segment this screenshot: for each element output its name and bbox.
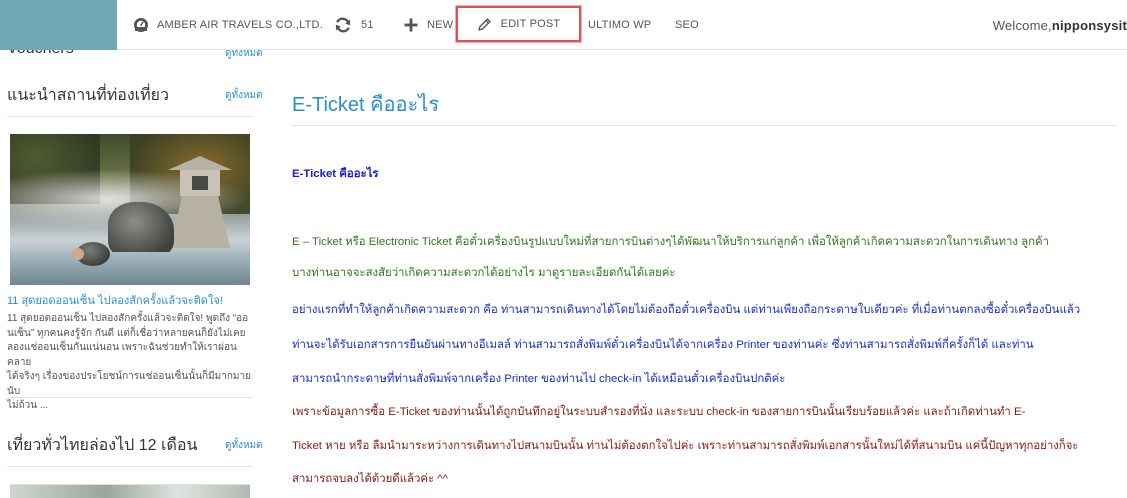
- thailand-post-thumbnail[interactable]: [10, 484, 250, 498]
- admin-bar: AMBER AIR TRAVELS CO.,LTD. 51 NEW EDIT P…: [0, 0, 1127, 50]
- site-logo-block[interactable]: [0, 0, 117, 50]
- sidebar-heading-attractions: แนะนำสถานที่ท่องเที่ยว: [7, 87, 170, 104]
- admin-bar-ultimo-wp[interactable]: ULTIMO WP: [588, 0, 651, 50]
- sidebar: Vouchers ดูทั้งหมด แนะนำสถานที่ท่องเที่ย…: [0, 0, 265, 498]
- updates-count: 51: [361, 19, 374, 31]
- onsen-post-thumbnail[interactable]: [10, 134, 250, 285]
- thumbnail-bather: [72, 248, 84, 260]
- dashboard-icon: [134, 18, 148, 32]
- username: nipponsysit: [1051, 17, 1127, 33]
- article-line: เพราะข้อมูลการซื้อ E-Ticket ของท่านนั้นไ…: [292, 406, 1026, 418]
- admin-bar-updates[interactable]: 51: [334, 0, 374, 50]
- article-line: อย่างแรกที่ทำให้ลูกค้าเกิดความสะดวก คือ …: [292, 304, 1081, 316]
- article-title: E-Ticket คืออะไร: [292, 94, 440, 116]
- admin-bar-new-button[interactable]: NEW: [404, 0, 453, 50]
- edit-post-label: EDIT POST: [500, 18, 561, 30]
- excerpt-line: ได้จริงๆ เรื่องของประโยชน์การแช่ออนเซ็นน…: [7, 371, 251, 397]
- excerpt-line: ไม่ถ้วน ...: [7, 400, 49, 411]
- thumbnail-rock: [108, 202, 174, 258]
- admin-bar-site-link[interactable]: AMBER AIR TRAVELS CO.,LTD.: [133, 0, 323, 50]
- thumbnail-lantern-window: [192, 176, 208, 190]
- new-label: NEW: [427, 19, 454, 31]
- excerpt-line: นเซ็น” ทุกคนคงรู้จัก กันดี แต่ก็เชื่อว่า…: [7, 327, 246, 339]
- article-line: บางท่านอาจจะสงสัยว่าเกิดความสะดวกได้อย่า…: [292, 267, 676, 279]
- thumbnail-water: [10, 252, 250, 285]
- excerpt-line: ลองแช่ออนเซ็นกันแน่นอน เพราะฉันช่วยทำให้…: [7, 342, 237, 368]
- admin-bar-edit-post-button[interactable]: EDIT POST: [456, 6, 581, 42]
- title-divider: [292, 125, 1117, 126]
- welcome-prefix: Welcome,: [992, 17, 1052, 33]
- pencil-icon: [477, 17, 491, 31]
- excerpt-line: 11 สุดยอดออนเซ็น ไปลองสักครั้งแล้วจะติดใ…: [7, 313, 249, 324]
- sidebar-view-all-link-attractions[interactable]: ดูทั้งหมด: [225, 88, 263, 103]
- featured-post-excerpt: 11 สุดยอดออนเซ็น ไปลองสักครั้งแล้วจะติดใ…: [7, 312, 255, 414]
- sidebar-divider: [7, 397, 252, 398]
- article-line: E – Ticket หรือ Electronic Ticket คือตั๋…: [292, 236, 1050, 248]
- featured-post-title-link[interactable]: 11 สุดยอดออนเซ็น ไปลองสักครั้งแล้วจะติดใ…: [7, 291, 257, 309]
- admin-bar-seo[interactable]: SEO: [675, 0, 699, 50]
- sidebar-divider: [7, 116, 252, 117]
- refresh-icon: [335, 17, 351, 33]
- article-line: สามารถนำกระดาษที่ท่านสั่งพิมพ์จากเครื่อง…: [292, 373, 786, 385]
- sidebar-divider: [7, 466, 252, 467]
- article-subheading: E-Ticket คืออะไร: [292, 168, 379, 180]
- article-line: ท่านจะได้รับเอกสารการยืนยันผ่านทางอีเมลล…: [292, 339, 1034, 351]
- article-line: สามารถจบลงได้ด้วยดีแล้วค่ะ ^^: [292, 473, 449, 485]
- admin-bar-account[interactable]: Welcome, nipponsysit: [993, 0, 1127, 50]
- plus-icon: [404, 18, 418, 32]
- article-line: Ticket หาย หรือ ลืมนำมาระหว่างการเดินทาง…: [292, 440, 1079, 452]
- sidebar-view-all-link-thailand-trips[interactable]: ดูทั้งหมด: [225, 438, 263, 453]
- sidebar-heading-thailand-trips: เที่ยวทั่วไทยล่องไป 12 เดือน: [7, 437, 198, 454]
- article-area: E-Ticket คืออะไร E-Ticket คืออะไร E – Ti…: [292, 0, 1127, 498]
- site-name-label: AMBER AIR TRAVELS CO.,LTD.: [157, 19, 323, 31]
